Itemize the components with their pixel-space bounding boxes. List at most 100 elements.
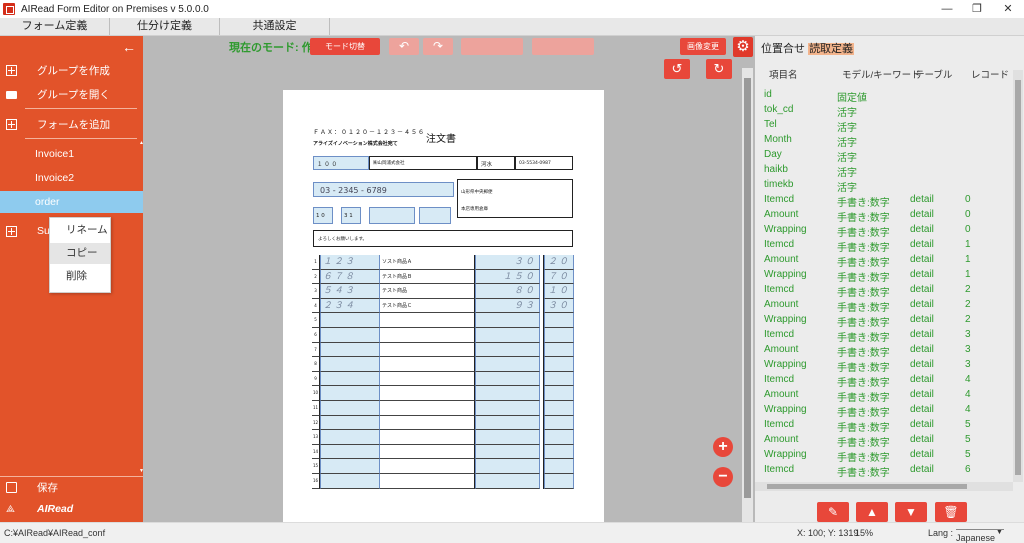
table-cell-code[interactable] — [320, 459, 380, 474]
day-field[interactable]: 3 1 — [341, 207, 361, 224]
customer-code-field[interactable]: １ ０ ０ — [313, 156, 369, 170]
table-cell-code[interactable] — [320, 328, 380, 343]
list-item[interactable]: Amount 手書き:数字 detail 2 — [755, 299, 1013, 314]
undo-button[interactable]: ↶ — [389, 38, 419, 55]
table-cell-qty[interactable] — [475, 415, 540, 431]
document-canvas[interactable]: 現在のモード: 作成 モード切替 ↶ ↷ 画像変更 ⚙ ↺ ↻ + − ＦＡＸ：… — [143, 36, 755, 522]
list-scrollbar[interactable] — [1013, 70, 1023, 482]
table-cell-price[interactable] — [544, 357, 574, 372]
list-item[interactable]: Amount 手書き:数字 detail 1 — [755, 254, 1013, 269]
table-cell-price[interactable]: ２０ — [544, 255, 574, 270]
list-item[interactable]: timekb 活字 — [755, 179, 1013, 194]
list-item[interactable]: id 固定値 — [755, 89, 1013, 104]
table-cell-qty[interactable] — [475, 328, 540, 343]
table-cell-qty[interactable] — [475, 342, 540, 358]
mode-switch-button[interactable]: モード切替 — [310, 38, 380, 55]
disabled-button[interactable] — [461, 38, 523, 55]
list-item[interactable]: haikb 活字 — [755, 164, 1013, 179]
list-item[interactable]: Itemcd 手書き:数字 detail 2 — [755, 284, 1013, 299]
table-cell-qty[interactable] — [475, 357, 540, 372]
table-cell-price[interactable] — [544, 342, 574, 358]
time-type-field[interactable] — [419, 207, 451, 224]
tab-common-settings[interactable]: 共通設定 — [220, 18, 330, 35]
table-cell-code[interactable]: ５４３ — [320, 284, 380, 299]
table-cell-price[interactable]: ３０ — [544, 298, 574, 314]
list-item[interactable]: Wrapping 手書き:数字 detail 3 — [755, 359, 1013, 374]
table-cell-qty[interactable]: １５０ — [475, 269, 540, 285]
table-cell-qty[interactable] — [475, 444, 540, 460]
table-cell-price[interactable]: １００ — [544, 284, 574, 310]
table-cell-code[interactable] — [320, 313, 380, 328]
scrollbar-thumb[interactable] — [744, 78, 751, 498]
sidebar-item-order[interactable]: order — [0, 191, 155, 262]
list-item[interactable]: Wrapping 手書き:数字 detail 2 — [755, 314, 1013, 329]
zoom-out-button[interactable]: − — [713, 467, 733, 487]
tab-sorting-definition[interactable]: 仕分け定義 — [110, 18, 220, 35]
sidebar-item-invoice2[interactable]: Invoice2 — [0, 167, 155, 238]
list-hscrollbar[interactable] — [755, 482, 1013, 491]
list-item[interactable]: Amount 手書き:数字 detail 5 — [755, 434, 1013, 449]
table-cell-code[interactable]: １２３ — [320, 255, 380, 270]
list-item[interactable]: Amount 手書き:数字 detail 3 — [755, 344, 1013, 359]
sidebar-item-create-group[interactable]: グループを作成 — [0, 59, 143, 81]
table-cell-code[interactable] — [320, 342, 380, 358]
rotate-left-button[interactable]: ↺ — [664, 59, 690, 79]
list-item[interactable]: Wrapping 手書き:数字 detail 4 — [755, 404, 1013, 419]
table-cell-code[interactable]: ６７８ — [320, 269, 380, 285]
table-cell-code[interactable] — [320, 474, 380, 489]
table-cell-qty[interactable] — [475, 371, 540, 387]
table-cell-qty[interactable] — [475, 459, 540, 474]
list-item[interactable]: tok_cd 活字 — [755, 104, 1013, 119]
maximize-button[interactable]: ❐ — [962, 0, 992, 18]
gear-icon[interactable]: ⚙ — [733, 37, 753, 57]
list-item[interactable]: Amount 手書き:数字 detail 4 — [755, 389, 1013, 404]
list-item[interactable]: Wrapping 手書き:数字 detail 5 — [755, 449, 1013, 464]
table-cell-price[interactable] — [544, 430, 574, 445]
list-item[interactable]: Itemcd 手書き:数字 detail 5 — [755, 419, 1013, 434]
chevron-down-icon[interactable]: ▼ — [996, 529, 1003, 536]
table-cell-qty[interactable]: ３０ — [475, 255, 540, 270]
disabled-button[interactable] — [532, 38, 594, 55]
table-cell-price[interactable] — [544, 474, 574, 489]
list-item[interactable]: Wrapping 手書き:数字 detail 1 — [755, 269, 1013, 284]
redo-button[interactable]: ↷ — [423, 38, 453, 55]
tab-read-definition[interactable]: 読取定義 — [808, 43, 855, 55]
tab-alignment[interactable]: 位置合せ — [761, 43, 805, 55]
sidebar-item-add-form[interactable]: フォームを追加 — [0, 113, 143, 135]
table-cell-qty[interactable]: ９３ — [475, 298, 540, 314]
table-cell-price[interactable] — [544, 371, 574, 387]
image-change-button[interactable]: 画像変更 — [680, 38, 726, 55]
context-delete[interactable]: 削除 — [50, 266, 110, 287]
table-cell-qty[interactable] — [475, 430, 540, 445]
minimize-button[interactable]: — — [932, 0, 962, 18]
table-cell-code[interactable] — [320, 444, 380, 460]
rotate-right-button[interactable]: ↻ — [706, 59, 732, 79]
move-up-button[interactable]: ▲ — [856, 502, 888, 522]
table-cell-code[interactable] — [320, 357, 380, 372]
list-item[interactable]: Itemcd 手書き:数字 detail 0 — [755, 194, 1013, 209]
table-cell-code[interactable]: ２３４ — [320, 298, 380, 314]
table-cell-price[interactable] — [544, 459, 574, 474]
list-item[interactable]: Itemcd 手書き:数字 detail 1 — [755, 239, 1013, 254]
table-cell-qty[interactable] — [475, 386, 540, 401]
context-copy[interactable]: コピー — [50, 243, 110, 264]
tab-form-definition[interactable]: フォーム定義 — [0, 18, 110, 35]
month-field[interactable]: 1 0 — [313, 207, 333, 224]
table-cell-code[interactable] — [320, 371, 380, 387]
save-button[interactable]: 保存 — [0, 476, 143, 498]
table-cell-code[interactable] — [320, 430, 380, 445]
list-item[interactable]: Itemcd 手書き:数字 detail 4 — [755, 374, 1013, 389]
sidebar-item-open-group[interactable]: グループを開く — [0, 83, 143, 105]
delivery-type-field[interactable] — [369, 207, 415, 224]
scrollbar-thumb[interactable] — [1015, 80, 1021, 475]
table-cell-qty[interactable] — [475, 313, 540, 328]
list-item[interactable]: Month 活字 — [755, 134, 1013, 149]
list-item[interactable]: Amount 手書き:数字 detail 0 — [755, 209, 1013, 224]
table-cell-qty[interactable] — [475, 474, 540, 489]
table-cell-price[interactable] — [544, 386, 574, 401]
tel-field[interactable]: 03 - 2345 - 6789 — [313, 182, 454, 197]
scrollbar-thumb[interactable] — [767, 484, 967, 489]
table-cell-code[interactable] — [320, 401, 380, 416]
list-item[interactable]: Itemcd 手書き:数字 detail 3 — [755, 329, 1013, 344]
sidebar-item-invoice1[interactable]: Invoice1 — [0, 143, 155, 214]
